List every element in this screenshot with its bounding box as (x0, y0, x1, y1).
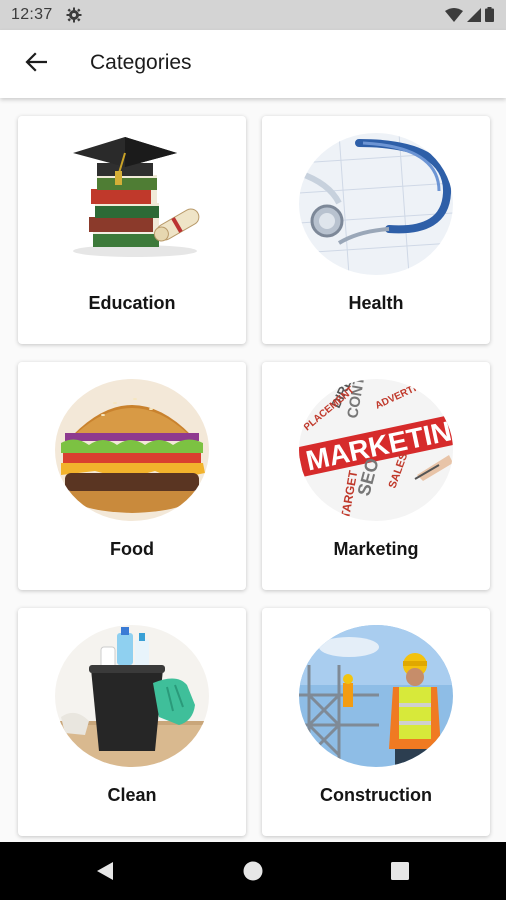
category-label: Clean (107, 785, 157, 805)
category-card-marketing[interactable]: DIRECT CONTENT ADVERTISING PLACEMENT MAR… (262, 362, 490, 590)
signal-icon (467, 7, 481, 27)
back-button[interactable] (16, 44, 56, 84)
marketing-image: DIRECT CONTENT ADVERTISING PLACEMENT MAR… (299, 379, 453, 521)
category-label: Food (110, 539, 154, 559)
category-card-health[interactable]: Health (262, 116, 490, 344)
settings-gear-icon (66, 7, 82, 28)
construction-image (299, 625, 453, 767)
triangle-back-icon (93, 862, 117, 887)
category-label: Health (348, 293, 404, 313)
system-nav-bar (0, 842, 506, 900)
square-recents-icon (388, 862, 412, 887)
nav-back-button[interactable] (93, 859, 117, 883)
battery-icon (485, 7, 494, 27)
education-image (55, 133, 209, 275)
clean-image (55, 625, 209, 767)
nav-home-button[interactable] (241, 859, 265, 883)
wifi-icon (445, 7, 463, 27)
status-time: 12:37 (11, 6, 53, 23)
food-image (55, 379, 209, 521)
category-label: Education (88, 293, 176, 313)
category-card-education[interactable]: Education (18, 116, 246, 344)
status-indicators (445, 7, 494, 27)
circle-home-icon (241, 861, 265, 887)
health-image (299, 133, 453, 275)
category-card-clean[interactable]: Clean (18, 608, 246, 836)
arrow-back-icon (25, 51, 48, 78)
category-label: Marketing (333, 539, 419, 559)
category-card-food[interactable]: Food (18, 362, 246, 590)
nav-recents-button[interactable] (388, 859, 412, 883)
page-title: Categories (90, 51, 192, 74)
app-bar: Categories (0, 30, 506, 98)
status-bar: 12:37 (0, 0, 506, 30)
category-label: Construction (320, 785, 432, 805)
category-card-construction[interactable]: Construction (262, 608, 490, 836)
category-grid: Education Health Food DIRECT CONTENT ADV… (18, 116, 490, 836)
